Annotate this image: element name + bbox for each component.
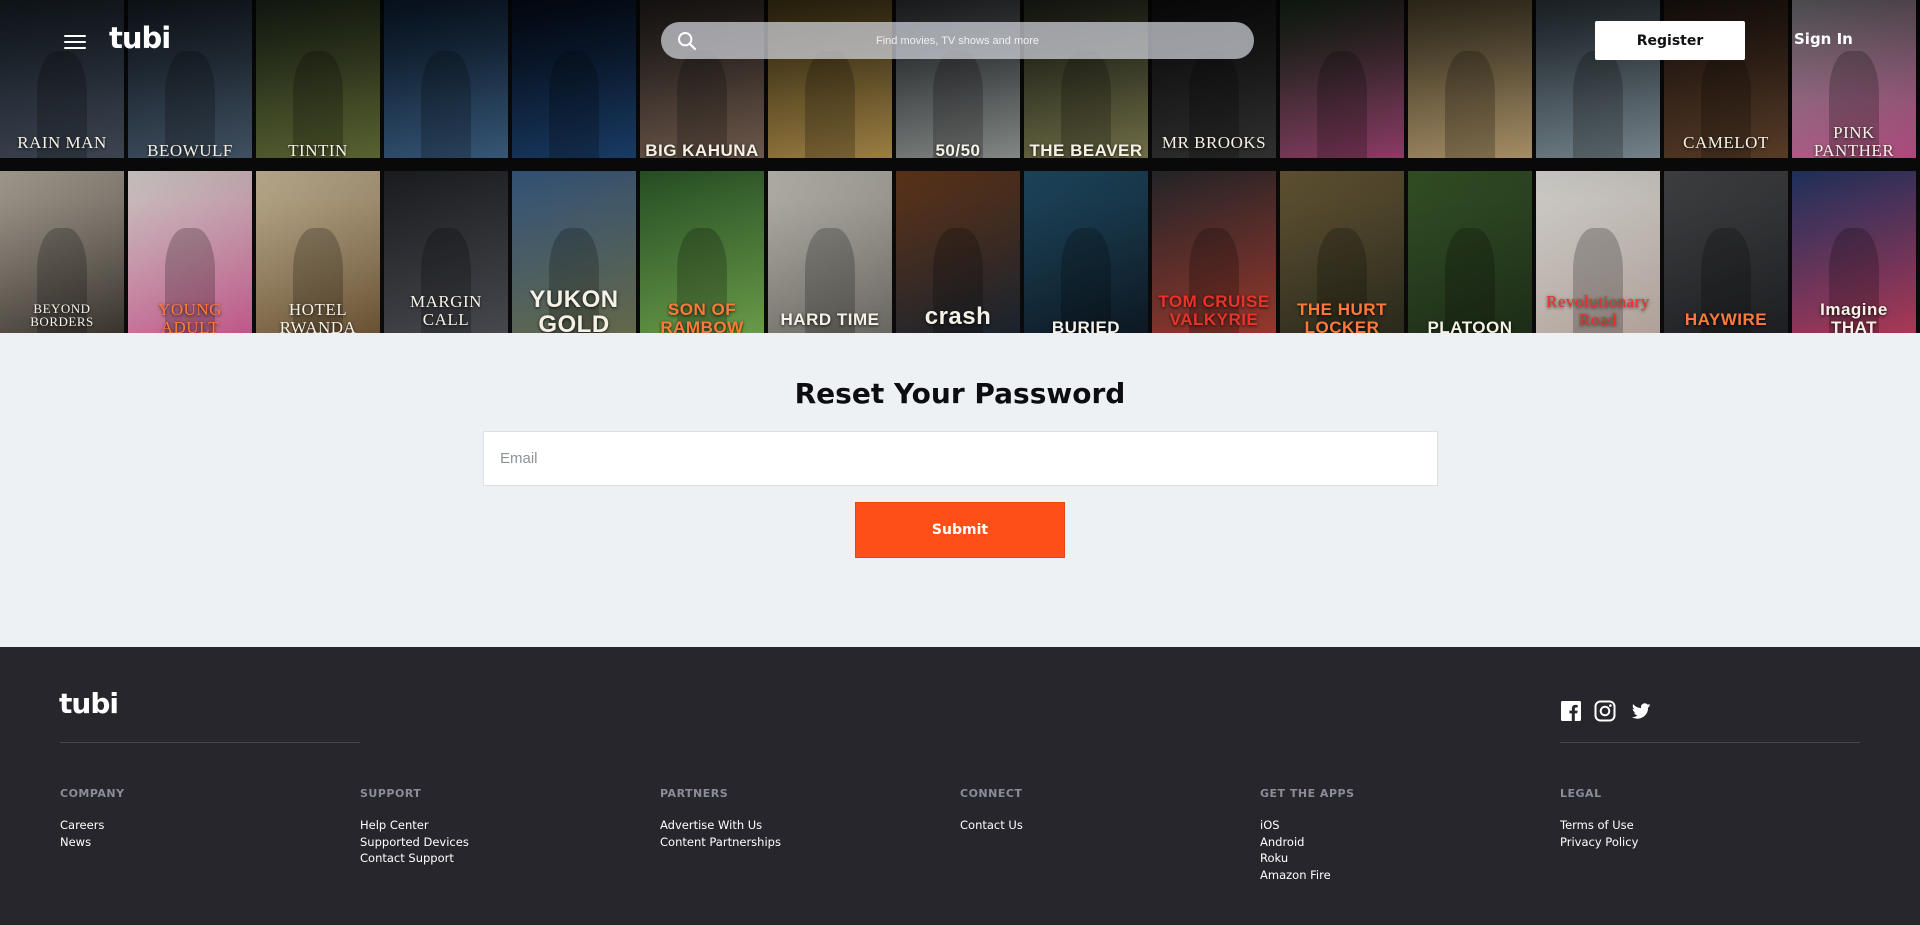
poster-title: CAMELOT [1683,133,1769,153]
submit-button[interactable]: Submit [855,502,1065,558]
footer-column-heading: PARTNERS [660,787,729,800]
footer-tubi-logo[interactable]: tubi [59,687,119,720]
movie-poster: TOM CRUISE VALKYRIE [1152,171,1276,333]
poster-title: YUKON GOLD [529,285,619,333]
poster-title: RAIN MAN [17,133,107,153]
poster-title: MARGIN CALL [410,292,482,330]
footer-link[interactable]: Android [1260,834,1355,851]
footer-link[interactable]: Roku [1260,850,1355,867]
reset-password-section: Reset Your Password Submit [0,333,1920,647]
footer-link[interactable]: Careers [60,817,125,834]
poster-title: TOM CRUISE VALKYRIE [1158,292,1270,330]
movie-poster: Imagine THAT [1792,171,1916,333]
poster-title: crash [924,302,992,330]
footer-link[interactable]: Supported Devices [360,834,469,851]
instagram-icon[interactable] [1594,700,1616,722]
footer-column-heading: CONNECT [960,787,1023,800]
poster-title: YOUNG ADULT [158,300,222,333]
poster-title: PLATOON [1427,318,1513,333]
poster-title: HARD TIME [780,310,880,330]
footer-column-company: COMPANY Careers News [60,787,125,850]
footer-link[interactable]: Amazon Fire [1260,867,1355,884]
poster-title: 50/50 [935,141,981,158]
search-bar[interactable] [661,22,1254,59]
poster-title: BEYOND BORDERS [30,300,94,330]
movie-poster: SON OF RAMBOW [640,171,764,333]
tubi-logo[interactable]: tubi [109,21,171,55]
movie-poster: HOTEL RWANDA [256,171,380,333]
poster-title: BEOWULF [147,141,233,158]
footer-link[interactable]: Help Center [360,817,469,834]
search-icon [678,32,697,51]
poster-title: THE BEAVER [1029,141,1143,158]
movie-poster: crash [896,171,1020,333]
movie-poster: Revolutionary Road [1536,171,1660,333]
poster-title: SON OF RAMBOW [660,300,744,333]
footer-link[interactable]: Terms of Use [1560,817,1638,834]
footer-link[interactable]: News [60,834,125,851]
movie-poster: THE HURT LOCKER [1280,171,1404,333]
menu-icon[interactable] [64,33,88,49]
poster-title: TINTIN [288,141,348,158]
poster-row-bottom: BEYOND BORDERS YOUNG ADULT HOTEL RWANDA MAR… [0,171,1916,333]
footer-link[interactable]: Advertise With Us [660,817,781,834]
footer-link[interactable]: iOS [1260,817,1355,834]
movie-poster: HAYWIRE [1664,171,1788,333]
footer: tubi COMPANY Careers News SUPPORT Help Cente… [0,647,1920,925]
movie-poster: HARD TIME [768,171,892,333]
footer-column-heading: LEGAL [1560,787,1602,800]
register-button[interactable]: Register [1595,21,1745,60]
poster-title: MR BROOKS [1161,133,1267,153]
poster-title: HAYWIRE [1684,310,1768,330]
footer-column-partners: PARTNERS Advertise With Us Content Partner… [660,787,781,850]
footer-column-get-the-apps: GET THE APPS iOS Android Roku Amazon Fire [1260,787,1355,883]
footer-divider-left [60,742,360,743]
page-title: Reset Your Password [794,377,1126,410]
movie-poster: BURIED [1024,171,1148,333]
footer-link[interactable]: Privacy Policy [1560,834,1638,851]
movie-poster: YUKON GOLD [512,171,636,333]
movie-poster: YOUNG ADULT [128,171,252,333]
footer-divider-right [1560,742,1860,743]
footer-column-heading: SUPPORT [360,787,422,800]
twitter-icon[interactable] [1630,700,1652,722]
poster-title: BIG KAHUNA [645,141,759,158]
footer-link[interactable]: Content Partnerships [660,834,781,851]
poster-title: BURIED [1051,318,1121,333]
poster-title: Revolutionary Road [1546,292,1650,330]
email-field[interactable] [483,431,1438,486]
search-input[interactable] [661,22,1254,59]
footer-column-support: SUPPORT Help Center Supported Devices Conta… [360,787,469,867]
poster-title: HOTEL RWANDA [279,300,357,333]
poster-title: THE HURT LOCKER [1297,300,1387,333]
sign-in-link[interactable]: Sign In [1794,30,1853,48]
movie-poster: MARGIN CALL [384,171,508,333]
movie-poster: BEYOND BORDERS [0,171,124,333]
poster-title: Imagine THAT [1820,300,1888,333]
footer-column-legal: LEGAL Terms of Use Privacy Policy [1560,787,1638,850]
facebook-icon[interactable] [1560,700,1582,722]
footer-link[interactable]: Contact Support [360,850,469,867]
footer-column-heading: GET THE APPS [1260,787,1355,800]
poster-title: PINK PANTHER [1813,123,1895,158]
footer-column-connect: CONNECT Contact Us [960,787,1023,834]
footer-link[interactable]: Contact Us [960,817,1023,834]
footer-column-heading: COMPANY [60,787,125,800]
top-navigation: tubi Register Sign In [0,0,1920,80]
movie-poster: PLATOON [1408,171,1532,333]
